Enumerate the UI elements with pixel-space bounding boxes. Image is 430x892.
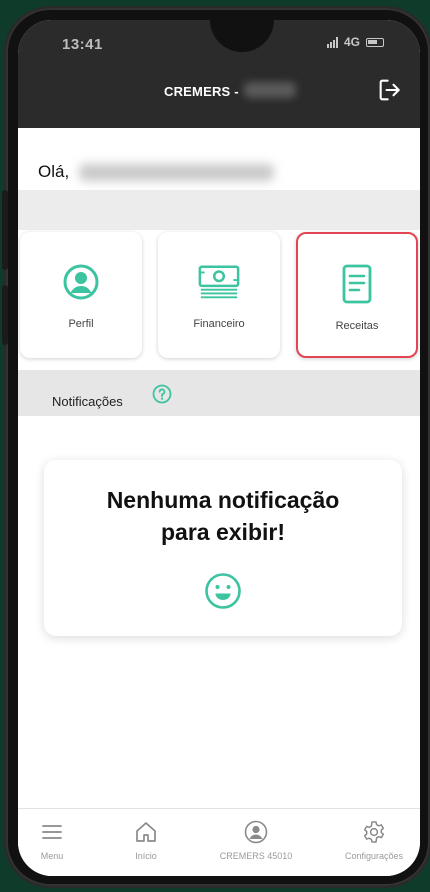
bottom-nav: Menu Início CREMERS 45010 Configurações xyxy=(18,808,420,876)
signal-icon xyxy=(326,36,338,48)
app-screen: 13:41 4G CREMERS - Olá, Perfil Financeir… xyxy=(18,20,420,876)
home-icon xyxy=(136,822,156,842)
greeting: Olá, xyxy=(38,162,275,182)
section-divider xyxy=(18,190,420,230)
camera-notch xyxy=(210,20,274,52)
gear-icon xyxy=(363,821,385,843)
app-title: CREMERS - xyxy=(164,84,239,99)
nav-item-configuracoes[interactable]: Configurações xyxy=(334,819,414,861)
nav-item-profile[interactable]: CREMERS 45010 xyxy=(216,819,296,861)
greeting-prefix: Olá, xyxy=(38,162,70,181)
card-receitas[interactable]: Receitas xyxy=(296,232,418,358)
money-icon xyxy=(197,260,241,304)
status-indicators: 4G xyxy=(326,35,384,49)
card-label: Perfil xyxy=(68,318,94,330)
menu-icon xyxy=(42,825,62,839)
document-icon xyxy=(335,262,379,306)
card-label: Financeiro xyxy=(193,318,245,330)
nav-label: CREMERS 45010 xyxy=(219,851,293,861)
empty-message-line2: para exibir! xyxy=(161,519,285,545)
status-time: 13:41 xyxy=(62,36,103,53)
volume-button xyxy=(2,190,8,270)
shortcut-cards: Perfil Financeiro Receitas xyxy=(18,232,420,370)
card-perfil[interactable]: Perfil xyxy=(20,232,142,358)
power-button xyxy=(2,285,8,345)
redacted-title xyxy=(244,82,296,98)
redacted-user-name xyxy=(79,163,275,181)
card-financeiro[interactable]: Financeiro xyxy=(158,232,280,358)
app-header: 13:41 4G CREMERS - xyxy=(18,20,420,128)
nav-label: Início xyxy=(135,851,157,861)
nav-item-menu[interactable]: Menu xyxy=(18,819,92,861)
notifications-title: Notificações xyxy=(52,394,123,409)
smile-icon xyxy=(205,573,241,609)
nav-item-inicio[interactable]: Início xyxy=(106,819,186,861)
nav-label: Configurações xyxy=(344,851,404,861)
user-circle-icon xyxy=(59,260,103,304)
empty-message-line1: Nenhuma notificação xyxy=(106,487,340,513)
empty-notifications-card: Nenhuma notificação para exibir! xyxy=(44,460,402,636)
notifications-header xyxy=(18,370,420,416)
battery-icon xyxy=(366,37,384,47)
logout-icon[interactable] xyxy=(376,76,404,104)
card-label: Receitas xyxy=(335,320,379,332)
help-icon[interactable] xyxy=(152,384,172,404)
user-circle-icon xyxy=(244,820,268,844)
network-type: 4G xyxy=(343,35,360,49)
nav-label: Menu xyxy=(40,851,64,861)
